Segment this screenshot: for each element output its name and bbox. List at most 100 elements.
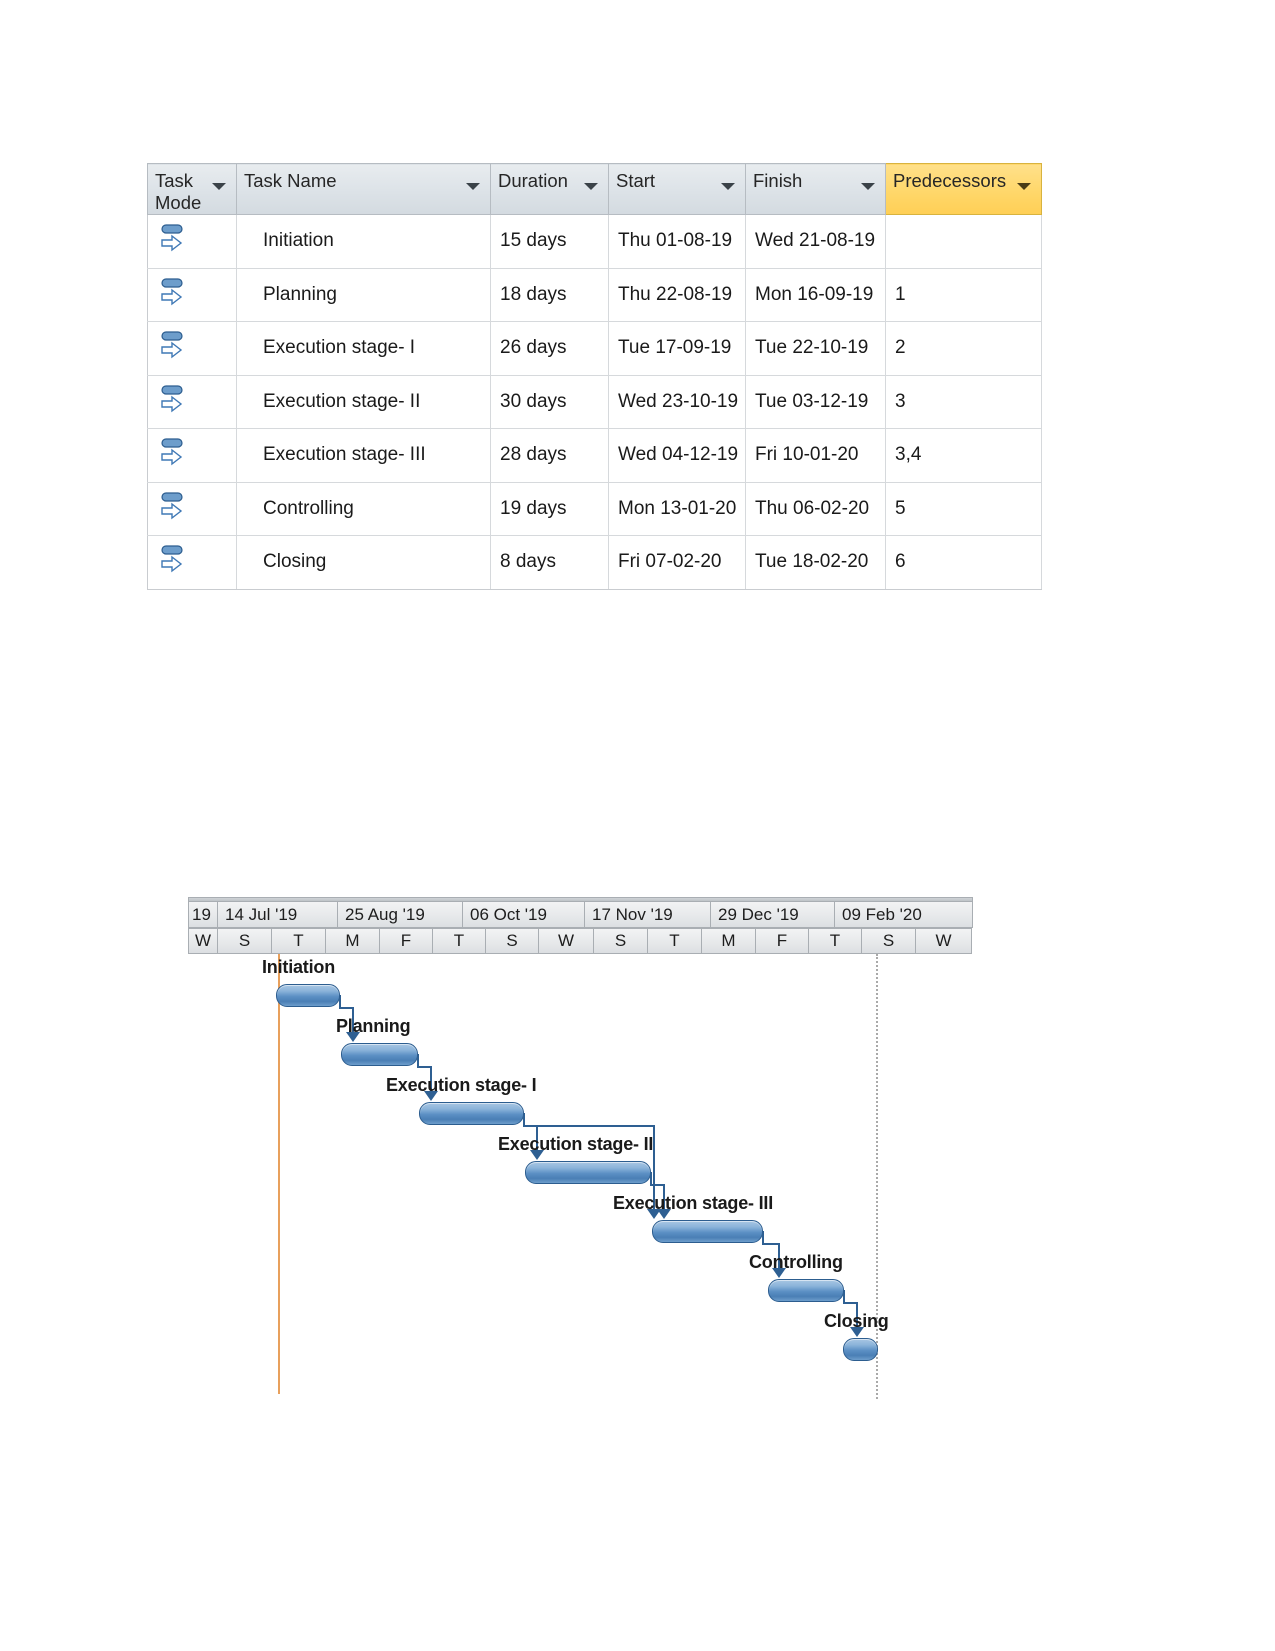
link-line (417, 1054, 419, 1066)
cell-finish: Tue 22-10-19 (745, 321, 886, 376)
table-body: Initiation 15 days Thu 01-08-19 Wed 21-0… (147, 214, 1042, 590)
cell-predecessors: 3 (885, 375, 1042, 429)
cell-predecessors (885, 214, 1042, 269)
timeline-minor-cell[interactable]: F (380, 928, 433, 954)
cell-task-name: Execution stage- II (236, 375, 491, 429)
cell-task-name: Closing (236, 535, 491, 590)
auto-schedule-icon (161, 331, 183, 359)
cell-duration: 19 days (490, 482, 609, 536)
today-line (278, 954, 280, 1394)
column-header-task-name[interactable]: Task Name (236, 163, 491, 215)
column-header-predecessors[interactable]: Predecessors (885, 163, 1042, 215)
timeline-minor-cell[interactable]: S (862, 928, 916, 954)
cell-finish: Tue 03-12-19 (745, 375, 886, 429)
link-line (339, 995, 341, 1007)
column-header-task-mode[interactable]: Task Mode (147, 163, 237, 215)
cell-start: Mon 13-01-20 (608, 482, 746, 536)
cell-duration: 18 days (490, 268, 609, 322)
cell-start: Wed 04-12-19 (608, 428, 746, 483)
cell-task-mode[interactable] (147, 268, 237, 322)
cell-task-mode[interactable] (147, 321, 237, 376)
column-header-start[interactable]: Start (608, 163, 746, 215)
cell-duration: 28 days (490, 428, 609, 483)
cell-finish: Tue 18-02-20 (745, 535, 886, 590)
timeline-major-cell[interactable]: 17 Nov '19 (585, 901, 711, 928)
status-date-line (876, 954, 878, 1399)
auto-schedule-icon (161, 545, 183, 573)
timeline-minor-cell[interactable]: T (433, 928, 486, 954)
cell-task-mode[interactable] (147, 428, 237, 483)
column-header-task-mode-line1: Task (155, 170, 194, 191)
timeline-minor-cell[interactable]: M (702, 928, 756, 954)
cell-task-mode[interactable] (147, 535, 237, 590)
table-row[interactable]: Planning 18 days Thu 22-08-19 Mon 16-09-… (147, 268, 1042, 322)
chevron-down-icon[interactable] (466, 183, 480, 190)
bar-label-initiation: Initiation (262, 957, 335, 977)
timeline-minor-cell[interactable]: W (188, 928, 218, 954)
chevron-down-icon[interactable] (212, 183, 226, 190)
cell-task-name: Controlling (236, 482, 491, 536)
cell-predecessors: 1 (885, 268, 1042, 322)
gantt-bar-initiation[interactable] (276, 984, 340, 1007)
link-line (523, 1113, 525, 1125)
timeline-minor-cell[interactable]: S (218, 928, 272, 954)
table-row[interactable]: Execution stage- II 30 days Wed 23-10-19… (147, 375, 1042, 429)
cell-finish: Fri 10-01-20 (745, 428, 886, 483)
timeline-minor-cell[interactable]: F (756, 928, 809, 954)
timeline-minor-cell[interactable]: T (648, 928, 702, 954)
cell-task-mode[interactable] (147, 214, 237, 269)
gantt-bar-planning[interactable] (341, 1043, 418, 1066)
table-header-row: Task Mode Task Name Duration Start Finis… (147, 163, 1042, 215)
chevron-down-icon[interactable] (721, 183, 735, 190)
column-header-finish[interactable]: Finish (745, 163, 886, 215)
cell-task-mode[interactable] (147, 375, 237, 429)
timeline-major-cell[interactable]: 25 Aug '19 (338, 901, 463, 928)
timeline-major-cell[interactable]: 14 Jul '19 (218, 901, 338, 928)
gantt-bar-execution-stage-3[interactable] (652, 1220, 763, 1243)
bar-label-planning: Planning (336, 1016, 411, 1036)
cell-predecessors: 5 (885, 482, 1042, 536)
column-header-task-name-label: Task Name (244, 170, 337, 191)
timeline-major-cell[interactable]: 19 (188, 901, 218, 928)
cell-task-name: Execution stage- III (236, 428, 491, 483)
bar-label-execution-stage-3: Execution stage- III (613, 1193, 774, 1213)
table-row[interactable]: Initiation 15 days Thu 01-08-19 Wed 21-0… (147, 214, 1042, 269)
cell-duration: 8 days (490, 535, 609, 590)
gantt-bar-controlling[interactable] (768, 1279, 844, 1302)
table-row[interactable]: Execution stage- III 28 days Wed 04-12-1… (147, 428, 1042, 483)
cell-task-name: Initiation (236, 214, 491, 269)
timeline-minor-cell[interactable]: M (326, 928, 380, 954)
gantt-bar-execution-stage-1[interactable] (419, 1102, 524, 1125)
chevron-down-icon[interactable] (584, 183, 598, 190)
cell-finish: Thu 06-02-20 (745, 482, 886, 536)
timeline-major-cell[interactable]: 09 Feb '20 (835, 901, 973, 928)
cell-task-name: Execution stage- I (236, 321, 491, 376)
chevron-down-icon[interactable] (1017, 183, 1031, 190)
column-header-finish-label: Finish (753, 170, 803, 191)
cell-duration: 30 days (490, 375, 609, 429)
cell-start: Fri 07-02-20 (608, 535, 746, 590)
table-row[interactable]: Closing 8 days Fri 07-02-20 Tue 18-02-20… (147, 535, 1042, 590)
timeline-minor-cell[interactable]: S (594, 928, 648, 954)
timeline-major-row: 19 14 Jul '19 25 Aug '19 06 Oct '19 17 N… (188, 901, 973, 928)
timeline-minor-cell[interactable]: T (809, 928, 862, 954)
table-row[interactable]: Controlling 19 days Mon 13-01-20 Thu 06-… (147, 482, 1042, 536)
column-header-duration-label: Duration (498, 170, 568, 191)
timeline-minor-cell[interactable]: W (539, 928, 594, 954)
cell-predecessors: 3,4 (885, 428, 1042, 483)
cell-start: Thu 01-08-19 (608, 214, 746, 269)
cell-task-mode[interactable] (147, 482, 237, 536)
timeline-minor-cell[interactable]: T (272, 928, 326, 954)
timeline-major-cell[interactable]: 29 Dec '19 (711, 901, 835, 928)
table-row[interactable]: Execution stage- I 26 days Tue 17-09-19 … (147, 321, 1042, 376)
gantt-bar-closing[interactable] (843, 1338, 878, 1361)
gantt-bar-execution-stage-2[interactable] (525, 1161, 651, 1184)
timeline-major-cell[interactable]: 06 Oct '19 (463, 901, 585, 928)
chevron-down-icon[interactable] (861, 183, 875, 190)
link-line (762, 1231, 764, 1243)
auto-schedule-icon (161, 224, 183, 252)
timeline-minor-cell[interactable]: S (486, 928, 539, 954)
timeline-minor-cell[interactable]: W (916, 928, 972, 954)
column-header-duration[interactable]: Duration (490, 163, 609, 215)
cell-task-name: Planning (236, 268, 491, 322)
